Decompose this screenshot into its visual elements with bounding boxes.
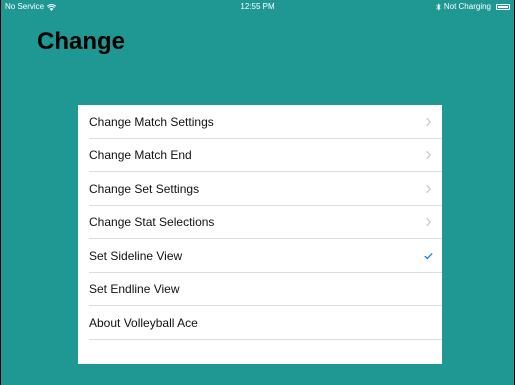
page-title: Change — [37, 28, 126, 55]
menu-item-label: Change Stat Selections — [89, 215, 215, 230]
menu-item-label: Change Set Settings — [89, 181, 200, 196]
menu-item-set-endline-view[interactable]: Set Endline View — [78, 273, 442, 307]
menu-item-label: Change Match End — [89, 148, 192, 163]
menu-item-change-match-settings[interactable]: Change Match Settings — [78, 105, 442, 139]
menu-item-label: About Volleyball Ace — [89, 315, 198, 330]
status-bar: No Service 12:55 PM Not Charging — [1, 0, 514, 14]
chevron-right-icon — [426, 184, 431, 193]
chevron-right-icon — [426, 117, 431, 126]
menu-item-change-set-settings[interactable]: Change Set Settings — [78, 172, 442, 206]
bluetooth-icon — [436, 3, 441, 11]
status-right: Not Charging — [436, 0, 510, 14]
checkmark-icon — [424, 252, 433, 260]
chevron-right-icon — [426, 151, 431, 160]
menu-item-label: Change Match Settings — [89, 114, 214, 129]
menu-item-change-stat-selections[interactable]: Change Stat Selections — [78, 206, 442, 240]
battery-icon — [496, 4, 510, 10]
screen: No Service 12:55 PM Not Charging Change — [1, 0, 514, 385]
chevron-right-icon — [426, 218, 431, 227]
charging-status: Not Charging — [443, 2, 491, 11]
menu-item-label: Set Endline View — [89, 282, 180, 297]
settings-menu: Change Match Settings Change Match End C… — [78, 105, 442, 364]
menu-item-about-volleyball-ace[interactable]: About Volleyball Ace — [78, 306, 442, 340]
menu-item-label: Set Sideline View — [89, 248, 183, 263]
menu-item-change-match-end[interactable]: Change Match End — [78, 139, 442, 173]
menu-item-set-sideline-view[interactable]: Set Sideline View — [78, 239, 442, 273]
